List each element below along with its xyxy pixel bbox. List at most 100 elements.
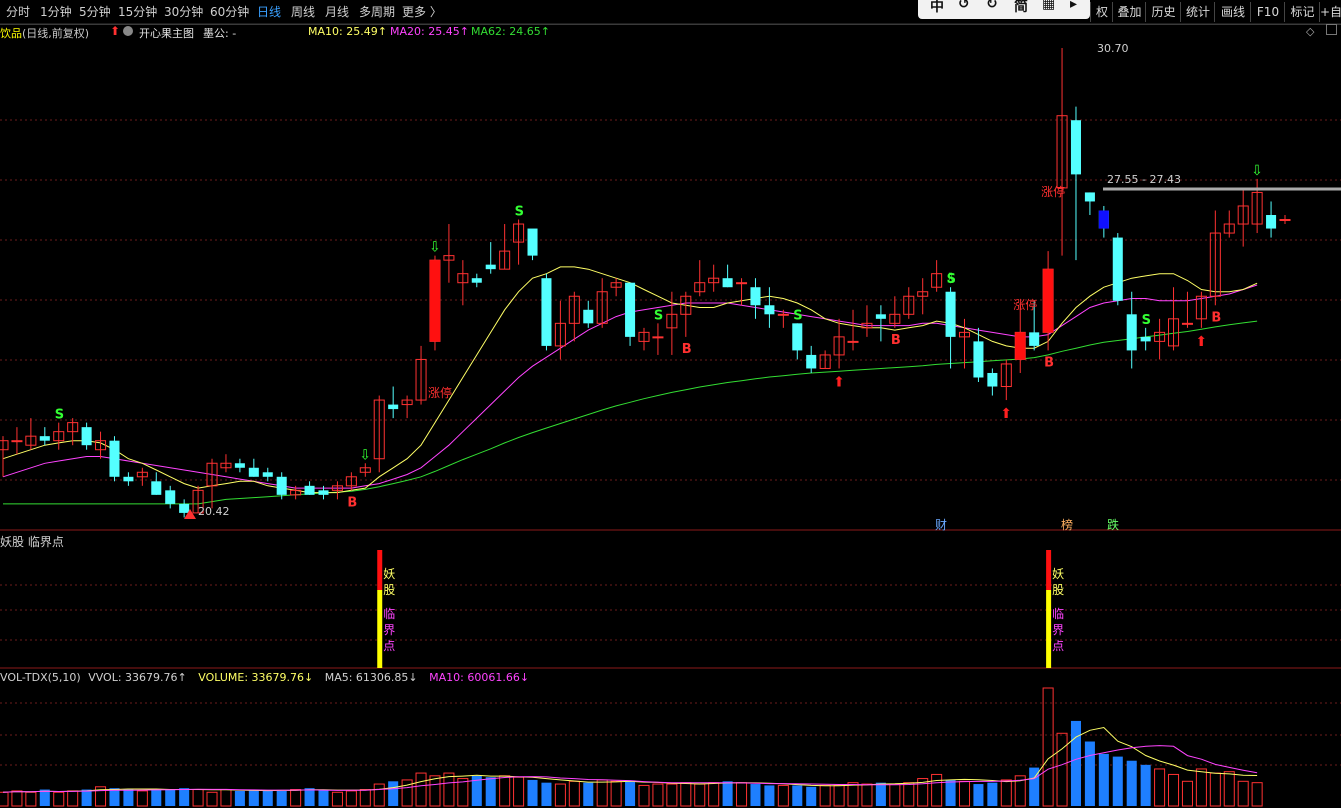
volume-bar bbox=[67, 790, 79, 807]
yaogu-tag-char: 股 bbox=[1052, 583, 1064, 597]
candle-body bbox=[792, 323, 803, 351]
volume-bar bbox=[179, 788, 190, 806]
candle-body bbox=[1029, 332, 1040, 346]
candle bbox=[931, 260, 943, 292]
yaogu-bar-yellow bbox=[1046, 590, 1052, 668]
candle bbox=[917, 278, 929, 315]
stock-name: 饮品 bbox=[0, 27, 22, 40]
candle bbox=[722, 264, 733, 288]
volume-bar bbox=[1181, 780, 1193, 807]
candle-body bbox=[234, 463, 245, 468]
volume-bar bbox=[0, 791, 9, 807]
volume-bar bbox=[777, 784, 789, 807]
yaogu-tag-char: 妖 bbox=[383, 567, 395, 581]
sell-marker: S bbox=[1142, 313, 1151, 328]
candle-body bbox=[652, 336, 664, 339]
volume-bar bbox=[1195, 768, 1207, 807]
volume-bar bbox=[958, 780, 971, 807]
candle bbox=[568, 291, 580, 342]
candle bbox=[1279, 215, 1291, 225]
yaogu-tag-char: 点 bbox=[383, 639, 395, 653]
candle bbox=[513, 219, 525, 265]
candle-body bbox=[0, 440, 9, 451]
up-arrow-icon: ⬆ bbox=[1195, 334, 1207, 350]
volume-bar bbox=[610, 780, 622, 807]
volume-bar bbox=[806, 786, 817, 806]
candle-body bbox=[1126, 314, 1137, 351]
yaogu-tag-char: 临 bbox=[1052, 607, 1064, 621]
indicator-extra: 墨公: - bbox=[203, 27, 237, 40]
yaogu-bar-yellow bbox=[377, 590, 383, 668]
candle bbox=[109, 436, 120, 482]
limit-up-label: 涨停 bbox=[428, 385, 452, 400]
limit-up-box bbox=[1015, 332, 1026, 360]
candle-body bbox=[151, 481, 162, 495]
yaogu-tag-char: 妖 bbox=[1052, 567, 1064, 581]
volume-bar bbox=[973, 784, 984, 806]
volume-bar bbox=[987, 782, 998, 806]
candle bbox=[596, 278, 608, 328]
sell-marker: S bbox=[55, 408, 64, 423]
candle bbox=[1126, 291, 1137, 369]
candle-body bbox=[736, 282, 748, 285]
candle bbox=[485, 242, 496, 274]
volume-bar bbox=[1209, 772, 1221, 807]
candle bbox=[95, 431, 107, 459]
candle-body bbox=[806, 354, 817, 369]
candle bbox=[151, 472, 162, 495]
volume-bar bbox=[1251, 782, 1263, 807]
red-arrow-icon: ⬆ bbox=[110, 24, 121, 38]
volume-bar bbox=[764, 785, 775, 806]
candle bbox=[25, 418, 37, 450]
candle-body bbox=[875, 314, 886, 319]
volume-bar bbox=[1042, 687, 1054, 807]
candle bbox=[833, 318, 845, 369]
candle bbox=[1084, 192, 1095, 216]
diamond-icon[interactable]: ◇ bbox=[1306, 25, 1314, 38]
candle-body bbox=[262, 472, 273, 477]
volume-bar bbox=[345, 790, 357, 807]
volume-bar bbox=[833, 784, 845, 807]
volume-bar bbox=[1000, 779, 1012, 807]
candle bbox=[625, 282, 636, 346]
kline-chart[interactable]: 涨停涨停涨停SSS SSSBBBBB⬆⬆⬆⇩⇩⇩⇩ 妖股临界点妖股临界点 bbox=[0, 0, 1341, 808]
candle-body bbox=[945, 291, 956, 337]
candle bbox=[499, 224, 511, 270]
limit-up-label: 涨停 bbox=[1013, 297, 1037, 312]
candle bbox=[527, 228, 538, 261]
candle bbox=[1251, 178, 1263, 234]
volume-bar bbox=[513, 776, 525, 807]
candle-body bbox=[318, 490, 329, 495]
candle bbox=[1112, 233, 1123, 306]
volume-bar bbox=[889, 783, 901, 807]
candle bbox=[903, 287, 915, 319]
volume-bar bbox=[1140, 764, 1151, 806]
volume-bar bbox=[583, 782, 594, 806]
volume-bar bbox=[359, 789, 371, 807]
volume-bar bbox=[1112, 756, 1123, 806]
candle bbox=[1237, 187, 1249, 247]
candle-body bbox=[1084, 192, 1095, 202]
volume-bar bbox=[736, 782, 748, 807]
down-arrow-icon: ⇩ bbox=[429, 240, 441, 256]
volume-bar bbox=[945, 779, 956, 806]
candle-body bbox=[847, 340, 859, 343]
down-arrow-icon: ⇩ bbox=[945, 271, 957, 287]
settings-circle-icon[interactable] bbox=[123, 26, 133, 36]
volume-bar bbox=[722, 781, 733, 806]
volume-bar bbox=[680, 782, 692, 807]
news-badge-cai[interactable]: 财 bbox=[935, 516, 947, 533]
volume-bar bbox=[666, 783, 678, 807]
main-price-pane: 涨停涨停涨停SSS SSSBBBBB⬆⬆⬆⇩⇩⇩⇩ bbox=[0, 48, 1341, 519]
indicator-name[interactable]: 开心果主图 bbox=[139, 25, 194, 41]
yaogu-tag-char: 临 bbox=[383, 607, 395, 621]
candle bbox=[1168, 287, 1180, 351]
news-badge-bang[interactable]: 榜 bbox=[1061, 516, 1073, 533]
restore-icon[interactable] bbox=[1326, 24, 1337, 35]
news-badge-die[interactable]: 跌 bbox=[1107, 516, 1119, 533]
limit-up-label: 涨停 bbox=[1041, 184, 1065, 199]
candle bbox=[220, 454, 232, 473]
volume-bar bbox=[541, 782, 552, 806]
candle bbox=[792, 323, 803, 360]
volume-bar bbox=[792, 785, 803, 806]
